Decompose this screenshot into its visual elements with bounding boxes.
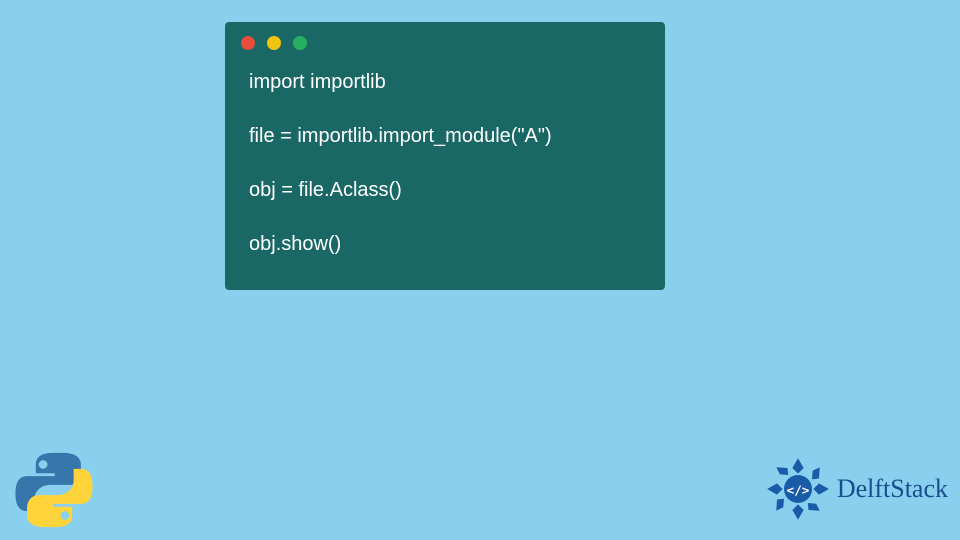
code-window: import importlib file = importlib.import… (225, 22, 665, 290)
svg-text:</>: </> (786, 483, 809, 498)
code-line: obj = file.Aclass() (249, 176, 641, 204)
delftstack-rosette-icon: </> (763, 454, 833, 524)
delftstack-text: DelftStack (837, 474, 948, 504)
code-line: obj.show() (249, 230, 641, 258)
maximize-dot-icon (293, 36, 307, 50)
code-line: import importlib (249, 68, 641, 96)
code-content: import importlib file = importlib.import… (225, 60, 665, 262)
window-controls (225, 22, 665, 60)
close-dot-icon (241, 36, 255, 50)
python-logo-icon (14, 450, 94, 530)
code-line: file = importlib.import_module("A") (249, 122, 641, 150)
minimize-dot-icon (267, 36, 281, 50)
delftstack-logo: </> DelftStack (763, 454, 948, 524)
